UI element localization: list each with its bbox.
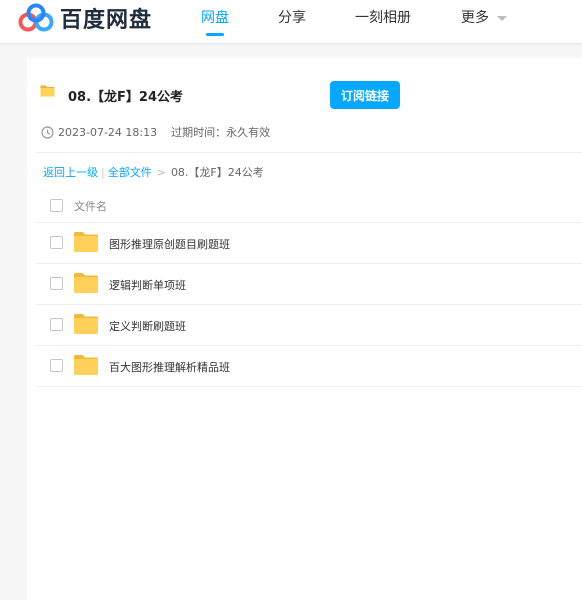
- row-checkbox[interactable]: [50, 318, 63, 331]
- file-name[interactable]: 图形推理原创题目刷题班: [109, 236, 230, 252]
- share-card: 08.【龙F】24公考 订阅链接 2023-07-24 18:13 过期时间：永…: [27, 58, 582, 600]
- brand-name: 百度网盘: [60, 8, 153, 33]
- file-row[interactable]: 定义判断刷题班: [36, 305, 582, 346]
- chevron-down-icon: [497, 15, 507, 21]
- breadcrumb: 返回上一级 | 全部文件 >08.【龙F】24公考: [43, 164, 264, 180]
- column-header-filename: 文件名: [74, 200, 107, 213]
- expiry-text: 过期时间：永久有效: [171, 126, 271, 139]
- file-list-header: 文件名: [36, 186, 582, 223]
- nav-item-netdisk[interactable]: 网盘: [201, 7, 229, 27]
- breadcrumb-chevron-icon: >: [156, 166, 166, 179]
- subscribe-link-button[interactable]: 订阅链接: [330, 81, 400, 109]
- nav-item-more[interactable]: 更多: [461, 7, 507, 27]
- active-tab-indicator: [206, 33, 224, 36]
- share-date: 2023-07-24 18:13: [58, 125, 158, 139]
- folder-icon: [74, 355, 98, 375]
- nav-item-album[interactable]: 一刻相册: [355, 7, 411, 27]
- clock-icon: [41, 125, 54, 139]
- cloud-logo-icon: [18, 3, 54, 32]
- folder-icon: [40, 85, 55, 97]
- row-checkbox[interactable]: [50, 236, 63, 249]
- breadcrumb-all-files-link[interactable]: 全部文件: [108, 166, 152, 179]
- share-folder-icon-wrap: [40, 84, 55, 97]
- file-list: 文件名 图形推理原创题目刷题班 逻辑判断单项班 定义判断刷题班 百大图形推理解析…: [36, 186, 582, 387]
- nav-more-label: 更多: [461, 10, 489, 26]
- file-row[interactable]: 图形推理原创题目刷题班: [36, 223, 582, 264]
- share-meta: 2023-07-24 18:13 过期时间：永久有效: [41, 124, 270, 140]
- share-title: 08.【龙F】24公考: [68, 90, 184, 105]
- file-row[interactable]: 逻辑判断单项班: [36, 264, 582, 305]
- file-row[interactable]: 百大图形推理解析精品班: [36, 346, 582, 387]
- file-name[interactable]: 定义判断刷题班: [109, 318, 186, 334]
- row-checkbox[interactable]: [50, 359, 63, 372]
- baidu-netdisk-logo[interactable]: 百度网盘: [18, 2, 152, 34]
- nav-item-share[interactable]: 分享: [278, 7, 306, 27]
- breadcrumb-back-link[interactable]: 返回上一级: [43, 166, 98, 179]
- breadcrumb-current: 08.【龙F】24公考: [170, 166, 264, 179]
- folder-icon: [74, 314, 98, 334]
- file-name[interactable]: 逻辑判断单项班: [109, 277, 186, 293]
- divider: [36, 152, 582, 153]
- breadcrumb-separator: |: [101, 166, 105, 179]
- row-checkbox[interactable]: [50, 277, 63, 290]
- select-all-checkbox[interactable]: [50, 199, 63, 212]
- folder-icon: [74, 273, 98, 293]
- folder-icon: [74, 232, 98, 252]
- top-navigation-bar: 百度网盘 网盘 分享 一刻相册 更多: [0, 0, 582, 44]
- file-name[interactable]: 百大图形推理解析精品班: [109, 359, 230, 375]
